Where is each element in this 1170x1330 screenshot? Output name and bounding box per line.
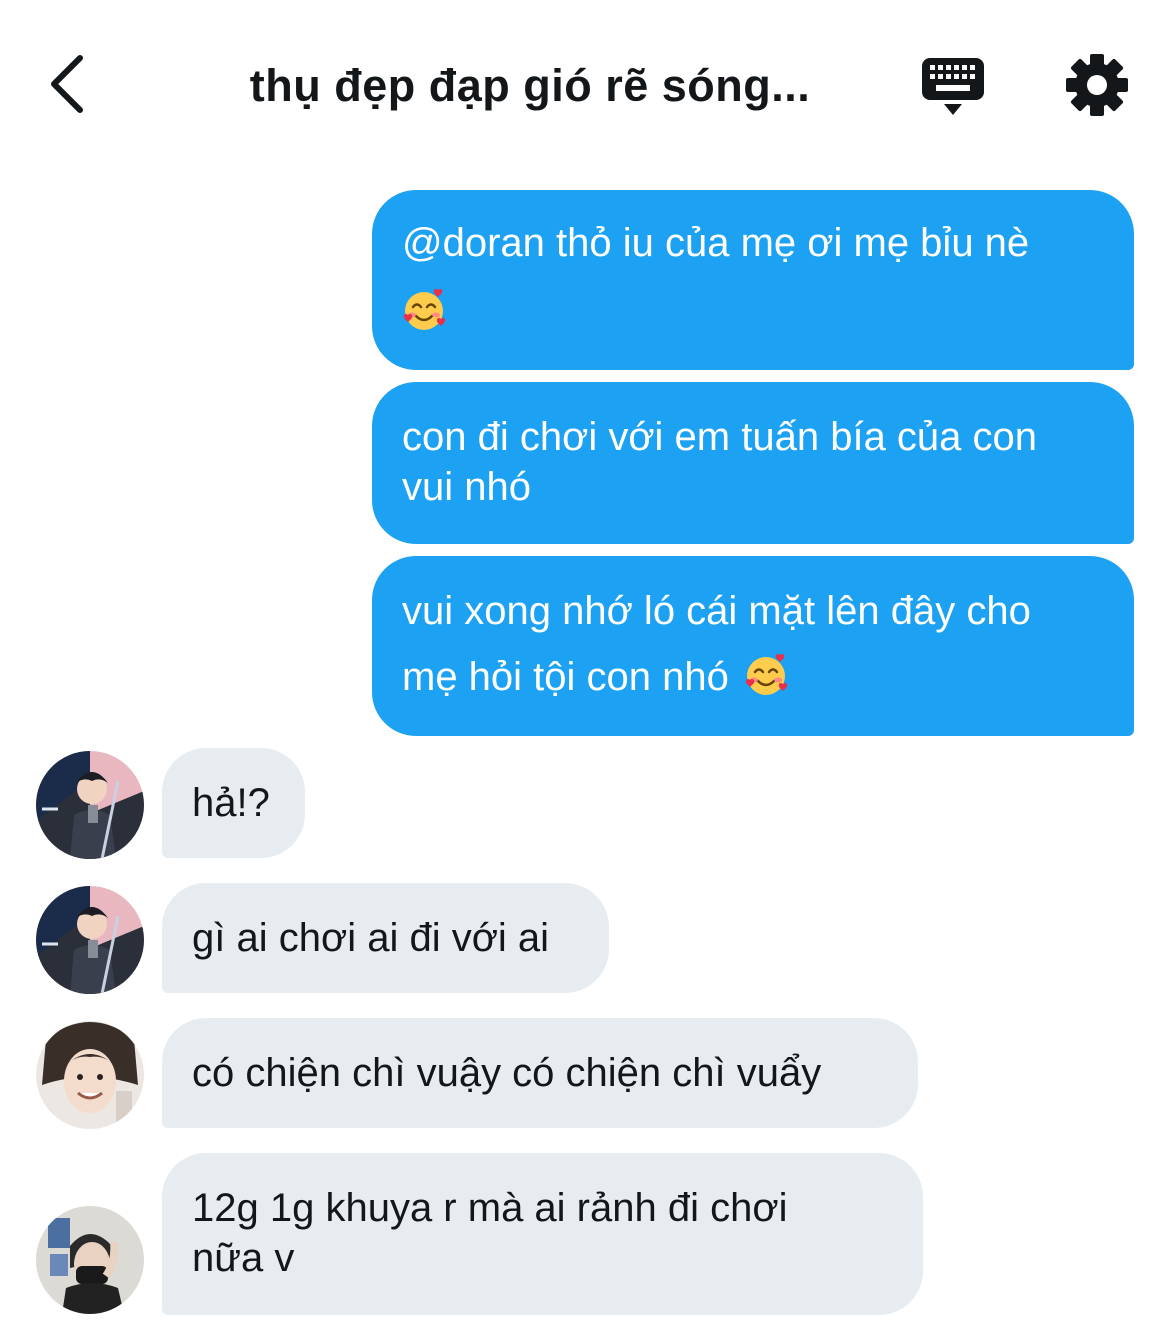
incoming-message[interactable]: có chiện chì vuậy có chiện chì vuẩy: [162, 1018, 918, 1128]
message-text: con đi chơi với em tuấn bía của con: [402, 415, 1038, 459]
incoming-message[interactable]: hả!?: [162, 748, 305, 858]
conversation-title: thụ đẹp đạp gió rẽ sóng...: [249, 60, 811, 111]
gear-icon: [1066, 54, 1128, 116]
message-text: vui xong nhớ ló cái mặt lên đây cho: [402, 589, 1031, 633]
incoming-message[interactable]: gì ai chơi ai đi với ai: [162, 883, 609, 993]
conversation-header: thụ đẹp đạp gió rẽ sóng...: [0, 0, 1170, 170]
back-button[interactable]: [40, 50, 100, 120]
message-text: nữa v: [192, 1236, 295, 1280]
avatar-user-1[interactable]: [36, 751, 144, 859]
message-text: gì ai chơi ai đi với ai: [192, 916, 550, 960]
message-text: mẹ hỏi tội con nhó: [402, 655, 729, 699]
keyboard-hide-icon: [922, 58, 984, 115]
person-photo-icon: [36, 751, 144, 859]
incoming-message[interactable]: 12g 1g khuya r mà ai rảnh đi chơi nữa v: [162, 1153, 923, 1315]
smiling-face-with-hearts-emoji: [744, 654, 788, 697]
avatar-user-2[interactable]: [36, 1021, 144, 1129]
outgoing-message[interactable]: vui xong nhớ ló cái mặt lên đây cho mẹ h…: [372, 556, 1134, 736]
settings-button[interactable]: [1064, 52, 1130, 118]
outgoing-message[interactable]: con đi chơi với em tuấn bía của con vui …: [372, 382, 1134, 544]
person-photo-icon: [36, 1206, 144, 1314]
person-photo-icon: [36, 1021, 144, 1129]
chevron-left-icon: [51, 55, 83, 113]
outgoing-message[interactable]: @doran thỏ iu của mẹ ơi mẹ bỉu nè: [372, 190, 1134, 370]
person-photo-icon: [36, 886, 144, 994]
avatar-user-1[interactable]: [36, 886, 144, 994]
message-text: 12g 1g khuya r mà ai rảnh đi chơi: [192, 1186, 788, 1230]
message-text: có chiện chì vuậy có chiện chì vuẩy: [192, 1051, 822, 1095]
message-text: @doran thỏ iu của mẹ ơi mẹ bỉu nè: [402, 221, 1030, 265]
message-text: hả!?: [192, 781, 270, 825]
avatar-user-3[interactable]: [36, 1206, 144, 1314]
smiling-face-with-hearts-emoji: [402, 289, 446, 332]
keyboard-toggle-button[interactable]: [918, 54, 990, 120]
message-text: vui nhó: [402, 465, 531, 509]
